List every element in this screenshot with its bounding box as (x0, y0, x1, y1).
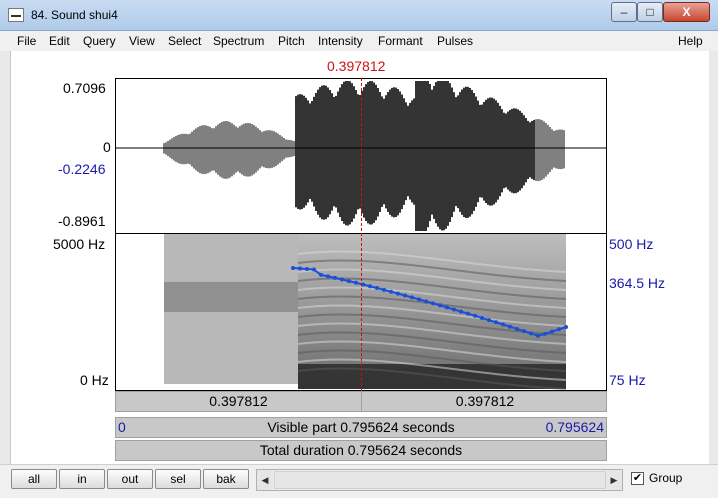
menu-spectrum[interactable]: Spectrum (213, 34, 264, 48)
visible-start-label: 0 (118, 419, 126, 435)
pitch-point (515, 326, 519, 331)
pitch-point (494, 320, 498, 325)
zoom-selection-button[interactable]: sel (155, 469, 201, 489)
pitch-point (543, 331, 547, 336)
pitch-point (382, 287, 386, 292)
horizontal-scrollbar[interactable]: ◀ ▶ (256, 469, 623, 491)
wave-cursor-value-label: -0.2246 (58, 161, 106, 177)
cursor-line (361, 78, 362, 391)
spec-top-freq-label: 5000 Hz (53, 236, 106, 252)
pitch-point (452, 307, 456, 312)
pitch-point (326, 274, 330, 279)
pitch-point (368, 284, 372, 289)
menu-file[interactable]: File (17, 34, 36, 48)
pitch-point (333, 275, 337, 280)
zoom-in-button[interactable]: in (59, 469, 105, 489)
zoom-back-button[interactable]: bak (203, 469, 249, 489)
cursor-time-row: 0.397812 0.397812 (115, 391, 607, 412)
right-part-time[interactable]: 0.397812 (362, 392, 608, 411)
pitch-point (487, 318, 491, 323)
minimize-button[interactable]: – (611, 2, 637, 22)
visible-part-row[interactable]: 0 Visible part 0.795624 seconds 0.795624 (115, 417, 607, 438)
pitch-point (550, 329, 554, 334)
left-border (0, 51, 11, 464)
menu-bar: File Edit Query View Select Spectrum Pit… (0, 31, 718, 51)
left-part-time[interactable]: 0.397812 (116, 392, 362, 411)
title-bar: 84. Sound shui4 – □ X (0, 0, 718, 31)
scroll-left-icon[interactable]: ◀ (257, 470, 273, 490)
pitch-point (375, 286, 379, 291)
pitch-point (508, 324, 512, 329)
pitch-point (459, 309, 463, 314)
maximize-button[interactable]: □ (637, 2, 663, 22)
pitch-point (431, 301, 435, 306)
window-title: 84. Sound shui4 (31, 8, 118, 22)
wave-zero-label: 0 (103, 139, 111, 155)
wave-min-label: -0.8961 (58, 213, 106, 229)
menu-select[interactable]: Select (168, 34, 201, 48)
pitch-point (557, 327, 561, 332)
zoom-all-button[interactable]: all (11, 469, 57, 489)
pitch-point (305, 267, 309, 272)
pitch-bottom-label: 75 Hz (609, 372, 646, 388)
pitch-top-label: 500 Hz (609, 236, 654, 252)
menu-edit[interactable]: Edit (49, 34, 70, 48)
pitch-point (466, 311, 470, 316)
spectrogram-fricative-band (164, 282, 298, 312)
pitch-point (291, 266, 295, 270)
group-checkbox[interactable]: ✔ (631, 472, 644, 485)
pitch-point (445, 305, 449, 310)
pitch-point (340, 277, 344, 282)
menu-help[interactable]: Help (678, 34, 703, 48)
pitch-point (389, 289, 393, 294)
sound-window-icon (8, 8, 24, 22)
menu-formant[interactable]: Formant (378, 34, 423, 48)
visible-part-label: Visible part 0.795624 seconds (267, 419, 455, 435)
menu-pulses[interactable]: Pulses (437, 34, 473, 48)
waveform-trace (163, 81, 565, 231)
visible-end-label: 0.795624 (545, 419, 604, 435)
pitch-point (298, 266, 302, 271)
pitch-point (480, 315, 484, 320)
pitch-point (396, 291, 400, 296)
pitch-point (473, 313, 477, 318)
menu-query[interactable]: Query (83, 34, 116, 48)
spec-bottom-freq-label: 0 Hz (80, 372, 109, 388)
pitch-point (564, 325, 568, 329)
menu-pitch[interactable]: Pitch (278, 34, 305, 48)
pitch-point (354, 280, 358, 285)
total-duration-row[interactable]: Total duration 0.795624 seconds (115, 440, 607, 461)
pitch-point (410, 295, 414, 300)
right-border (709, 51, 718, 464)
close-button[interactable]: X (663, 2, 710, 22)
pitch-point (347, 279, 351, 284)
pitch-point (319, 272, 323, 277)
pitch-point (536, 333, 540, 338)
menu-view[interactable]: View (129, 34, 155, 48)
pitch-point (424, 299, 428, 304)
pitch-point (312, 267, 316, 272)
cursor-time-label: 0.397812 (327, 58, 386, 74)
pitch-point (522, 329, 526, 334)
menu-intensity[interactable]: Intensity (318, 34, 363, 48)
scroll-thumb[interactable] (274, 471, 606, 489)
pitch-point (529, 331, 533, 336)
bottom-bar: all in out sel bak ◀ ▶ ✔ Group (0, 464, 718, 498)
total-duration-label: Total duration 0.795624 seconds (259, 442, 463, 458)
zoom-out-button[interactable]: out (107, 469, 153, 489)
pitch-point (501, 322, 505, 327)
pitch-point (438, 303, 442, 308)
group-label: Group (649, 471, 683, 485)
pitch-point (417, 297, 421, 302)
wave-max-label: 0.7096 (63, 80, 106, 96)
pitch-point (403, 293, 407, 298)
pitch-current-label: 364.5 Hz (609, 275, 666, 291)
scroll-right-icon[interactable]: ▶ (606, 470, 622, 490)
